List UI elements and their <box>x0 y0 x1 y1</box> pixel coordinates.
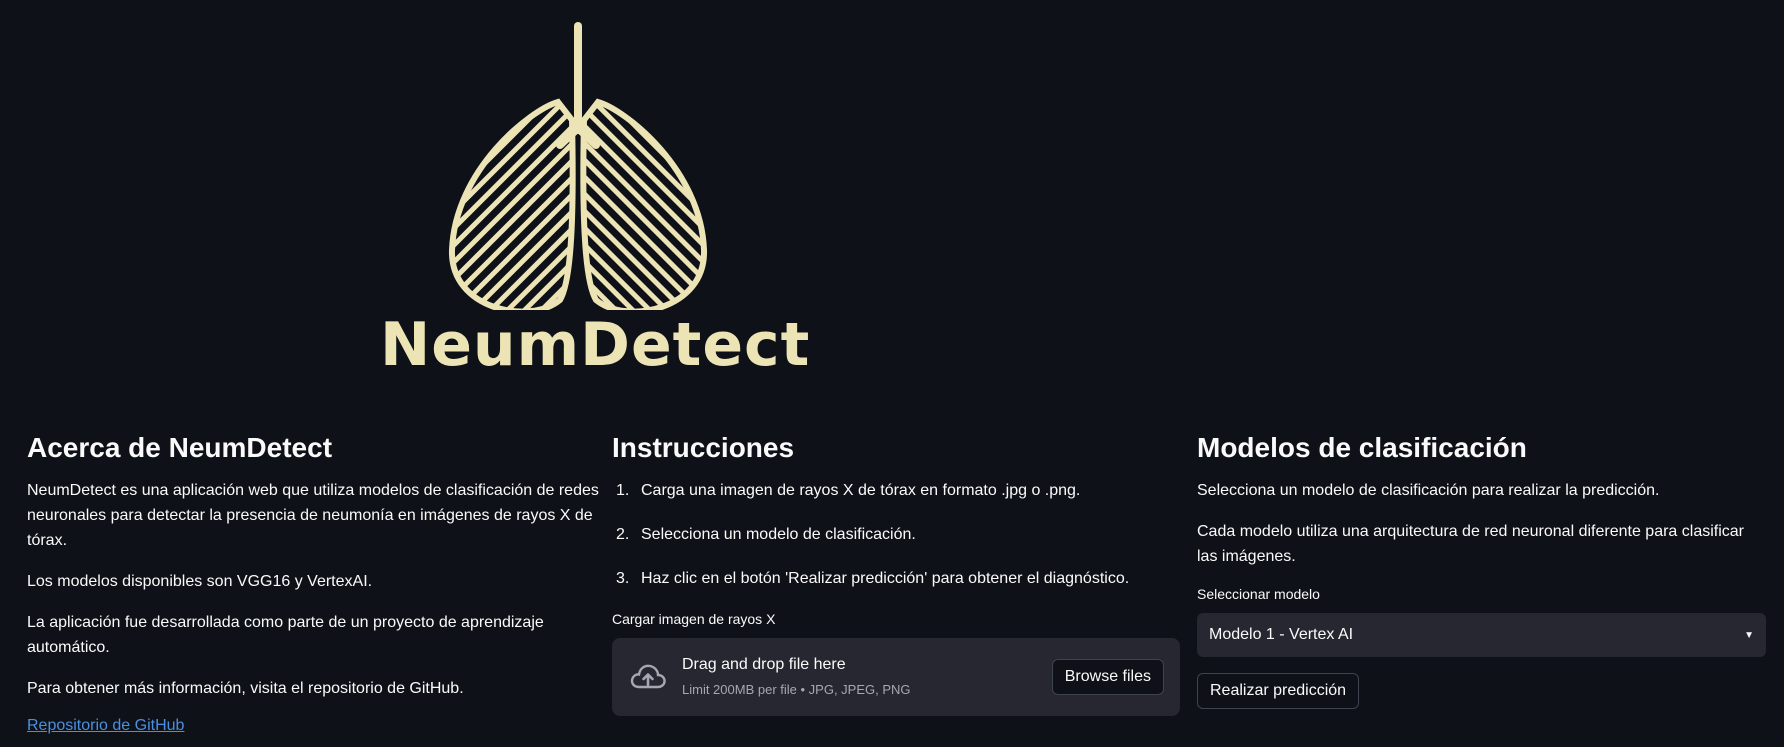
models-paragraph-2: Cada modelo utiliza una arquitectura de … <box>1197 523 1744 565</box>
list-item: 2. Selecciona un modelo de clasificación… <box>612 522 1182 547</box>
file-dropzone[interactable]: Drag and drop file here Limit 200MB per … <box>612 638 1180 716</box>
about-paragraph-3: La aplicación fue desarrollada como part… <box>27 614 544 656</box>
logo-wordmark: NeumDetect <box>380 310 811 380</box>
models-section: Modelos de clasificación Selecciona un m… <box>1197 430 1767 709</box>
instructions-title: Instrucciones <box>612 432 795 463</box>
dropzone-title: Drag and drop file here <box>682 656 846 673</box>
model-select-label: Seleccionar modelo <box>1197 586 1320 602</box>
model-select-value: Modelo 1 - Vertex AI <box>1209 626 1354 643</box>
model-select[interactable]: Modelo 1 - Vertex AI ▼ <box>1197 613 1766 657</box>
list-item: 3. Haz clic en el botón 'Realizar predic… <box>612 566 1182 591</box>
models-paragraph-1: Selecciona un modelo de clasificación pa… <box>1197 482 1660 499</box>
predict-button[interactable]: Realizar predicción <box>1197 673 1360 709</box>
about-paragraph-2: Los modelos disponibles son VGG16 y Vert… <box>27 573 373 590</box>
app-logo: NeumDetect <box>380 10 811 390</box>
instructions-list: 1. Carga una imagen de rayos X de tórax … <box>612 478 1182 591</box>
step-number: 2. <box>616 526 630 543</box>
lungs-icon <box>448 22 708 310</box>
step-number: 3. <box>616 570 630 587</box>
step-text: Carga una imagen de rayos X de tórax en … <box>641 482 1081 499</box>
about-section: Acerca de NeumDetect NeumDetect es una a… <box>27 430 605 735</box>
about-paragraph-1: NeumDetect es una aplicación web que uti… <box>27 482 599 549</box>
models-title: Modelos de clasificación <box>1197 432 1527 463</box>
list-item: 1. Carga una imagen de rayos X de tórax … <box>612 478 1182 503</box>
dropzone-subtitle: Limit 200MB per file • JPG, JPEG, PNG <box>682 682 911 697</box>
uploader-label: Cargar imagen de rayos X <box>612 611 776 627</box>
chevron-down-icon: ▼ <box>1744 629 1754 641</box>
about-paragraph-4: Para obtener más información, visita el … <box>27 680 464 697</box>
browse-files-button[interactable]: Browse files <box>1051 659 1164 695</box>
dropzone-text: Drag and drop file here Limit 200MB per … <box>682 654 1052 700</box>
step-number: 1. <box>616 482 630 499</box>
step-text: Selecciona un modelo de clasificación. <box>641 526 916 543</box>
github-link[interactable]: Repositorio de GitHub <box>27 717 184 734</box>
about-title: Acerca de NeumDetect <box>27 432 333 463</box>
instructions-section: Instrucciones 1. Carga una imagen de ray… <box>612 430 1182 716</box>
step-text: Haz clic en el botón 'Realizar predicció… <box>641 570 1130 587</box>
cloud-upload-icon <box>630 664 666 689</box>
